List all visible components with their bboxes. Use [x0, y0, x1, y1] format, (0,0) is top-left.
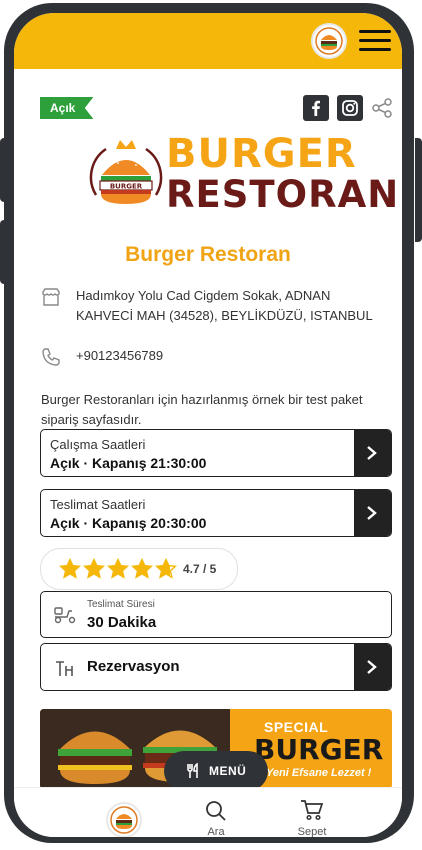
cart-icon [301, 800, 324, 821]
brand-line-2: RESTORAN [166, 173, 400, 216]
facebook-icon[interactable] [303, 95, 329, 121]
chevron-right-icon [367, 446, 377, 460]
brand-logo: BURGER BURGER RESTORAN [88, 133, 398, 223]
brand-line-1: BURGER [166, 131, 357, 177]
top-bar [14, 13, 402, 69]
emblem-label: BURGER [110, 183, 143, 191]
nav-search-label: Ara [207, 826, 225, 837]
star-icon [58, 557, 82, 579]
phone-frame: Açık BURGER BURGER RESTORAN Burger Resto… [0, 0, 422, 850]
star-icon [106, 557, 130, 579]
share-icon[interactable] [371, 97, 393, 119]
address-text: Hadımkoy Yolu Cad Cigdem Sokak, ADNAN KA… [76, 288, 373, 323]
rating-stars [58, 557, 179, 585]
star-icon [130, 557, 154, 579]
delivery-time-label: Teslimat Süresi [87, 599, 155, 610]
hamburger-menu-icon[interactable] [359, 30, 391, 52]
delivery-hours-value: Açık · Kapanış 20:30:00 [50, 515, 207, 531]
reservation-label: Rezervasyon [87, 658, 180, 675]
reservation-icon [56, 661, 73, 676]
instagram-icon[interactable] [337, 95, 363, 121]
utensils-icon [187, 763, 198, 778]
delivery-time-card: Teslimat Süresi 30 Dakika [40, 591, 392, 638]
reservation-card[interactable]: Rezervasyon [40, 643, 392, 691]
chevron-right-icon [367, 660, 377, 674]
menu-button-label: MENÜ [209, 764, 247, 778]
store-icon [42, 288, 60, 306]
banner-line-3: Yeni Efsane Lezzet ! [266, 767, 372, 779]
app-screen: Açık BURGER BURGER RESTORAN Burger Resto… [14, 13, 402, 837]
scooter-icon [54, 607, 76, 624]
status-badge: Açık [40, 97, 94, 119]
banner-line-2: BURGER [254, 733, 384, 766]
phone-bezel: Açık BURGER BURGER RESTORAN Burger Resto… [4, 3, 414, 843]
nav-cart-label: Sepet [297, 826, 327, 837]
delivery-hours-card[interactable]: Teslimat Saatleri Açık · Kapanış 20:30:0… [40, 489, 392, 537]
rating-pill[interactable]: 4.7 / 5 [40, 548, 238, 590]
reservation-open-button[interactable] [354, 644, 391, 690]
delivery-time-value: 30 Dakika [87, 614, 157, 631]
restaurant-name: Burger Restoran [125, 243, 291, 266]
chevron-right-icon [367, 506, 377, 520]
menu-button[interactable]: MENÜ [164, 751, 268, 791]
working-hours-value: Açık · Kapanış 21:30:00 [50, 455, 207, 471]
search-icon [206, 801, 226, 821]
bottom-nav: Ara Sepet [14, 787, 402, 837]
burger-emblem-icon: BURGER [89, 140, 163, 204]
phone-number[interactable]: +90123456789 [76, 346, 386, 366]
nav-home-logo[interactable] [106, 802, 142, 837]
brand-wordmark: BURGER RESTORAN [166, 133, 399, 215]
star-icon [82, 557, 106, 579]
working-hours-expand-button[interactable] [354, 430, 391, 476]
phone-power-button [415, 138, 422, 242]
delivery-hours-label: Teslimat Saatleri [50, 497, 146, 512]
phone-icon [42, 348, 60, 366]
header-logo[interactable] [311, 23, 347, 59]
nav-search[interactable]: Ara [186, 788, 246, 837]
delivery-hours-expand-button[interactable] [354, 490, 391, 536]
rating-value: 4.7 / 5 [183, 562, 217, 576]
nav-cart[interactable]: Sepet [282, 788, 342, 837]
star-icon [154, 557, 178, 579]
working-hours-card[interactable]: Çalışma Saatleri Açık · Kapanış 21:30:00 [40, 429, 392, 477]
restaurant-description: Burger Restoranları için hazırlanmış örn… [41, 392, 363, 427]
working-hours-label: Çalışma Saatleri [50, 437, 146, 452]
